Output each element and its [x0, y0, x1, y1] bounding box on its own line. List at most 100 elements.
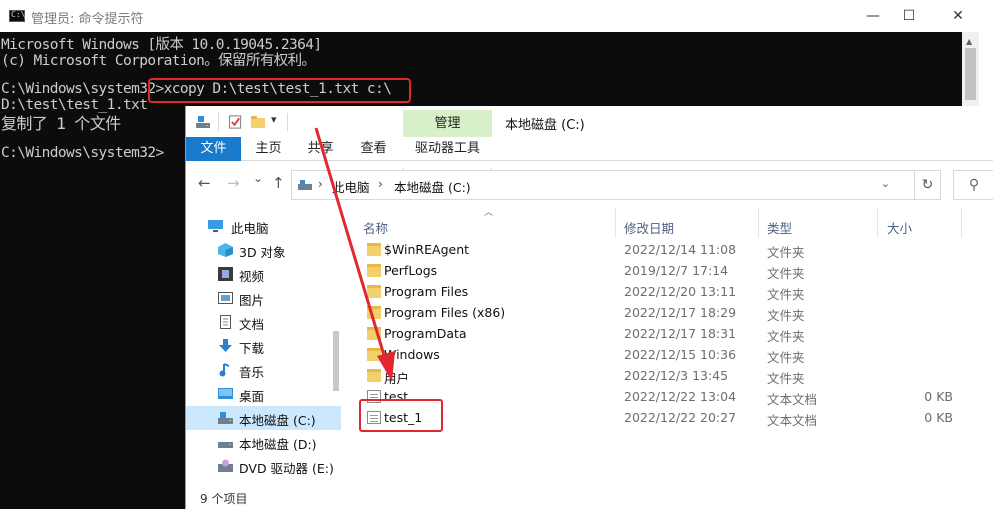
tab-home[interactable]: 主页: [246, 137, 291, 161]
column-divider[interactable]: [615, 208, 616, 238]
sidebar-item-label: 桌面: [239, 389, 265, 404]
file-type: 文件夹: [767, 350, 805, 365]
qat-dropdown-icon[interactable]: ▾: [271, 113, 277, 126]
sidebar-item-label: 音乐: [239, 365, 265, 380]
tab-view[interactable]: 查看: [351, 137, 396, 161]
close-button[interactable]: ✕: [935, 0, 981, 32]
toolbar-divider: [287, 113, 288, 131]
file-modified: 2022/12/22 20:27: [624, 410, 737, 425]
folder-icon: [367, 369, 381, 382]
breadcrumb-separator[interactable]: ›: [378, 177, 383, 191]
console-title: 管理员: 命令提示符: [31, 12, 144, 27]
explorer-title: 本地磁盘 (C:): [505, 118, 585, 133]
sidebar-item-desktop[interactable]: 桌面: [186, 382, 341, 406]
video-icon: [218, 267, 233, 281]
column-divider[interactable]: [758, 208, 759, 238]
forward-arrow-icon[interactable]: →: [227, 174, 240, 192]
breadcrumb-this-pc[interactable]: 此电脑: [332, 177, 370, 196]
scroll-up-icon[interactable]: ▲: [966, 37, 972, 46]
sidebar-item-label: 文档: [239, 317, 265, 332]
sidebar-item-label: 图片: [239, 293, 265, 308]
console-line: 复制了 1 个文件: [1, 114, 121, 133]
file-type: 文件夹: [767, 308, 805, 323]
column-header-name[interactable]: 名称: [363, 218, 388, 237]
sidebar-item-3d-objects[interactable]: 3D 对象: [186, 238, 341, 262]
file-row[interactable]: Windows 2022/12/15 10:36 文件夹: [361, 345, 993, 366]
file-type: 文本文档: [767, 413, 818, 428]
sidebar-item-videos[interactable]: 视频: [186, 262, 341, 286]
column-divider[interactable]: [961, 208, 962, 238]
column-header-size[interactable]: 大小: [887, 218, 912, 237]
address-bar[interactable]: › 此电脑 › 本地磁盘 (C:) ⌄: [291, 170, 915, 200]
sidebar-item-drive-d[interactable]: 本地磁盘 (D:): [186, 430, 341, 454]
ribbon-tabs: 文件 主页 共享 查看 驱动器工具: [186, 137, 993, 192]
sidebar-item-drive-c[interactable]: 本地磁盘 (C:): [186, 406, 341, 430]
file-modified: 2022/12/20 13:11: [624, 284, 737, 299]
scrollbar-thumb[interactable]: [965, 48, 976, 100]
file-row[interactable]: ProgramData 2022/12/17 18:31 文件夹: [361, 324, 993, 345]
sidebar-item-downloads[interactable]: 下载: [186, 334, 341, 358]
file-row[interactable]: test_1 2022/12/22 20:27 文本文档 0 KB: [361, 408, 993, 429]
breadcrumb-drive-c[interactable]: 本地磁盘 (C:): [394, 177, 471, 196]
column-header-type[interactable]: 类型: [767, 218, 792, 237]
refresh-button[interactable]: ↻: [915, 170, 941, 200]
file-row[interactable]: Program Files 2022/12/20 13:11 文件夹: [361, 282, 993, 303]
file-type: 文件夹: [767, 245, 805, 260]
address-dropdown-icon[interactable]: ⌄: [881, 177, 890, 190]
sidebar-item-this-pc[interactable]: 此电脑: [186, 214, 341, 238]
scrollbar-thumb[interactable]: [333, 331, 339, 391]
file-name: Program Files: [384, 284, 469, 299]
file-type: 文件夹: [767, 371, 805, 386]
explorer-window: ▾ 本地磁盘 (C:) 管理 文件 主页 共享 查看 驱动器工具 ← → ⌄ ↑…: [185, 106, 993, 509]
drive-properties-icon[interactable]: [195, 114, 211, 130]
context-tab-group: 管理: [403, 110, 492, 137]
desktop-icon: [218, 388, 233, 399]
up-arrow-icon[interactable]: ↑: [272, 174, 285, 192]
file-row[interactable]: Program Files (x86) 2022/12/17 18:29 文件夹: [361, 303, 993, 324]
file-modified: 2022/12/3 13:45: [624, 368, 729, 383]
tab-file[interactable]: 文件: [186, 137, 241, 161]
sidebar-item-label: 本地磁盘 (D:): [239, 437, 317, 452]
drive-icon: [298, 180, 312, 190]
search-icon: ⚲: [968, 177, 980, 193]
dvd-icon: [218, 459, 233, 472]
file-type: 文件夹: [767, 329, 805, 344]
maximize-button[interactable]: ☐: [886, 0, 932, 32]
sidebar-item-documents[interactable]: 文档: [186, 310, 341, 334]
navigation-scrollbar[interactable]: [331, 216, 341, 481]
file-modified: 2022/12/15 10:36: [624, 347, 737, 362]
sidebar-item-music[interactable]: 音乐: [186, 358, 341, 382]
column-divider[interactable]: [877, 208, 878, 238]
console-icon-glyph: C:\: [11, 10, 26, 19]
file-row[interactable]: 用户 2022/12/3 13:45 文件夹: [361, 366, 993, 387]
folder-icon[interactable]: [250, 114, 266, 130]
navigation-bar: ← → ⌄ ↑ › 此电脑 › 本地磁盘 (C:) ⌄ ↻ ⚲: [186, 167, 993, 201]
file-name: PerfLogs: [384, 263, 438, 278]
file-row[interactable]: PerfLogs 2019/12/7 17:14 文件夹: [361, 261, 993, 282]
document-icon: [220, 315, 231, 329]
tab-drive-tools[interactable]: 驱动器工具: [403, 137, 492, 161]
file-row[interactable]: test 2022/12/22 13:04 文本文档 0 KB: [361, 387, 993, 408]
picture-icon: [218, 292, 233, 304]
file-row[interactable]: $WinREAgent 2022/12/14 11:08 文件夹: [361, 240, 993, 261]
folder-icon: [367, 243, 381, 256]
sidebar-item-label: 此电脑: [231, 221, 269, 236]
breadcrumb-separator[interactable]: ›: [318, 177, 323, 191]
file-modified: 2022/12/22 13:04: [624, 389, 737, 404]
sidebar-item-dvd-drive[interactable]: DVD 驱动器 (E:): [186, 454, 341, 478]
column-header-modified[interactable]: 修改日期: [624, 218, 674, 237]
download-icon: [219, 339, 232, 352]
sidebar-item-pictures[interactable]: 图片: [186, 286, 341, 310]
recent-locations-icon[interactable]: ⌄: [253, 171, 263, 185]
status-item-count: 9 个项目: [200, 492, 248, 506]
folder-icon: [367, 306, 381, 319]
checklist-icon[interactable]: [228, 114, 243, 130]
file-name: 用户: [384, 371, 410, 386]
back-arrow-icon[interactable]: ←: [198, 174, 211, 192]
navigation-pane: 此电脑 3D 对象 视频 图片 文档 下载 音乐 桌面 本地磁盘 (C:) 本地…: [186, 212, 341, 484]
tab-share[interactable]: 共享: [298, 137, 343, 161]
file-name: Windows: [384, 347, 440, 362]
search-button[interactable]: ⚲: [953, 170, 993, 200]
console-app-icon: C:\: [9, 10, 25, 22]
file-name: ProgramData: [384, 326, 467, 341]
